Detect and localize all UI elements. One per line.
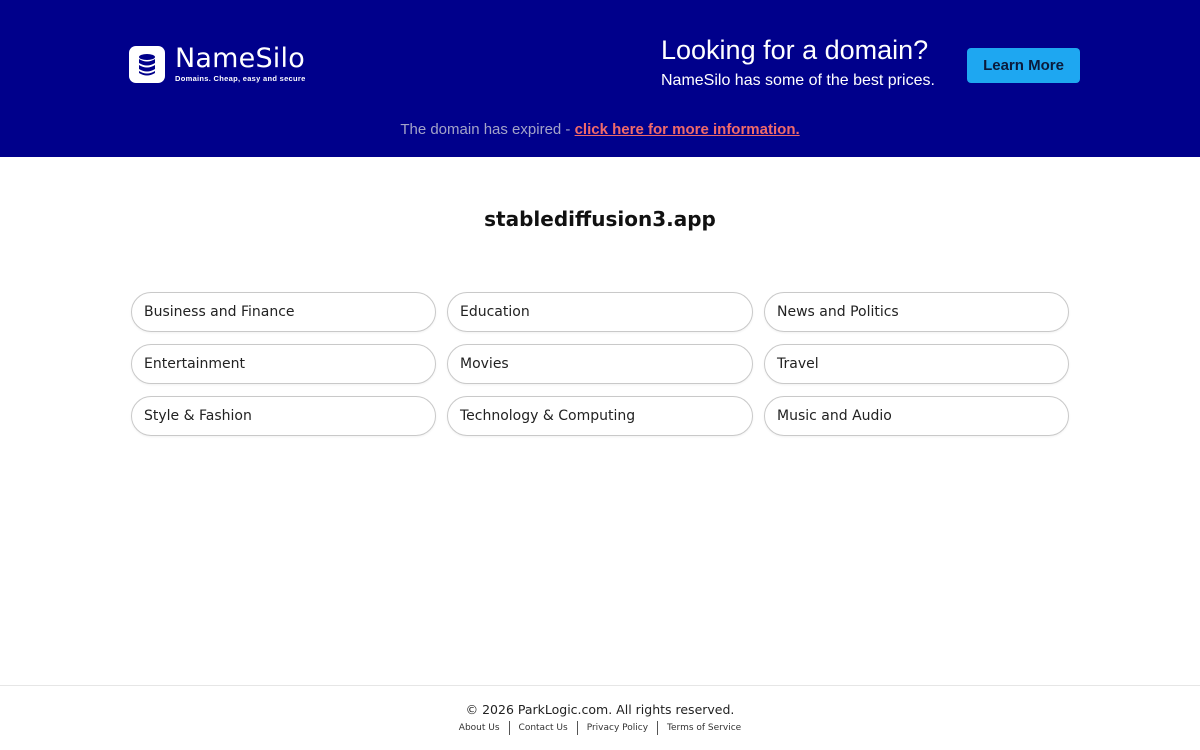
promo-subtitle: NameSilo has some of the best prices. bbox=[661, 72, 935, 89]
category-education[interactable]: Education bbox=[447, 292, 753, 332]
footer-link-contact-us[interactable]: Contact Us bbox=[510, 723, 577, 733]
category-technology-and-computing[interactable]: Technology & Computing bbox=[447, 396, 753, 436]
footer-divider bbox=[0, 685, 1200, 686]
namesilo-logo[interactable]: NameSilo Domains. Cheap, easy and secure bbox=[129, 45, 306, 84]
namesilo-banner: NameSilo Domains. Cheap, easy and secure… bbox=[0, 0, 1200, 157]
copyright-text: © 2026 ParkLogic.com. All rights reserve… bbox=[465, 702, 735, 717]
expired-text: The domain has expired - bbox=[400, 121, 575, 138]
expired-notice: The domain has expired - click here for … bbox=[0, 120, 1200, 140]
domain-title: stablediffusion3.app bbox=[484, 207, 716, 231]
category-travel[interactable]: Travel bbox=[764, 344, 1069, 384]
footer-link-privacy-policy[interactable]: Privacy Policy bbox=[578, 723, 657, 733]
category-style-and-fashion[interactable]: Style & Fashion bbox=[131, 396, 436, 436]
promo-block: Looking for a domain? NameSilo has some … bbox=[661, 34, 935, 91]
logo-tagline: Domains. Cheap, easy and secure bbox=[175, 74, 306, 83]
logo-name: NameSilo bbox=[175, 43, 305, 74]
learn-more-button[interactable]: Learn More bbox=[967, 48, 1080, 83]
footer-link-terms-of-service[interactable]: Terms of Service bbox=[658, 723, 750, 733]
footer-links: About Us Contact Us Privacy Policy Terms… bbox=[0, 721, 1200, 735]
category-grid: Business and Finance Education News and … bbox=[131, 292, 1069, 436]
category-entertainment[interactable]: Entertainment bbox=[131, 344, 436, 384]
footer-link-about-us[interactable]: About Us bbox=[450, 723, 509, 733]
category-business-and-finance[interactable]: Business and Finance bbox=[131, 292, 436, 332]
database-icon bbox=[129, 46, 165, 83]
more-information-link[interactable]: click here for more information. bbox=[575, 121, 800, 138]
promo-title: Looking for a domain? bbox=[661, 35, 929, 65]
category-movies[interactable]: Movies bbox=[447, 344, 753, 384]
category-music-and-audio[interactable]: Music and Audio bbox=[764, 396, 1069, 436]
category-news-and-politics[interactable]: News and Politics bbox=[764, 292, 1069, 332]
